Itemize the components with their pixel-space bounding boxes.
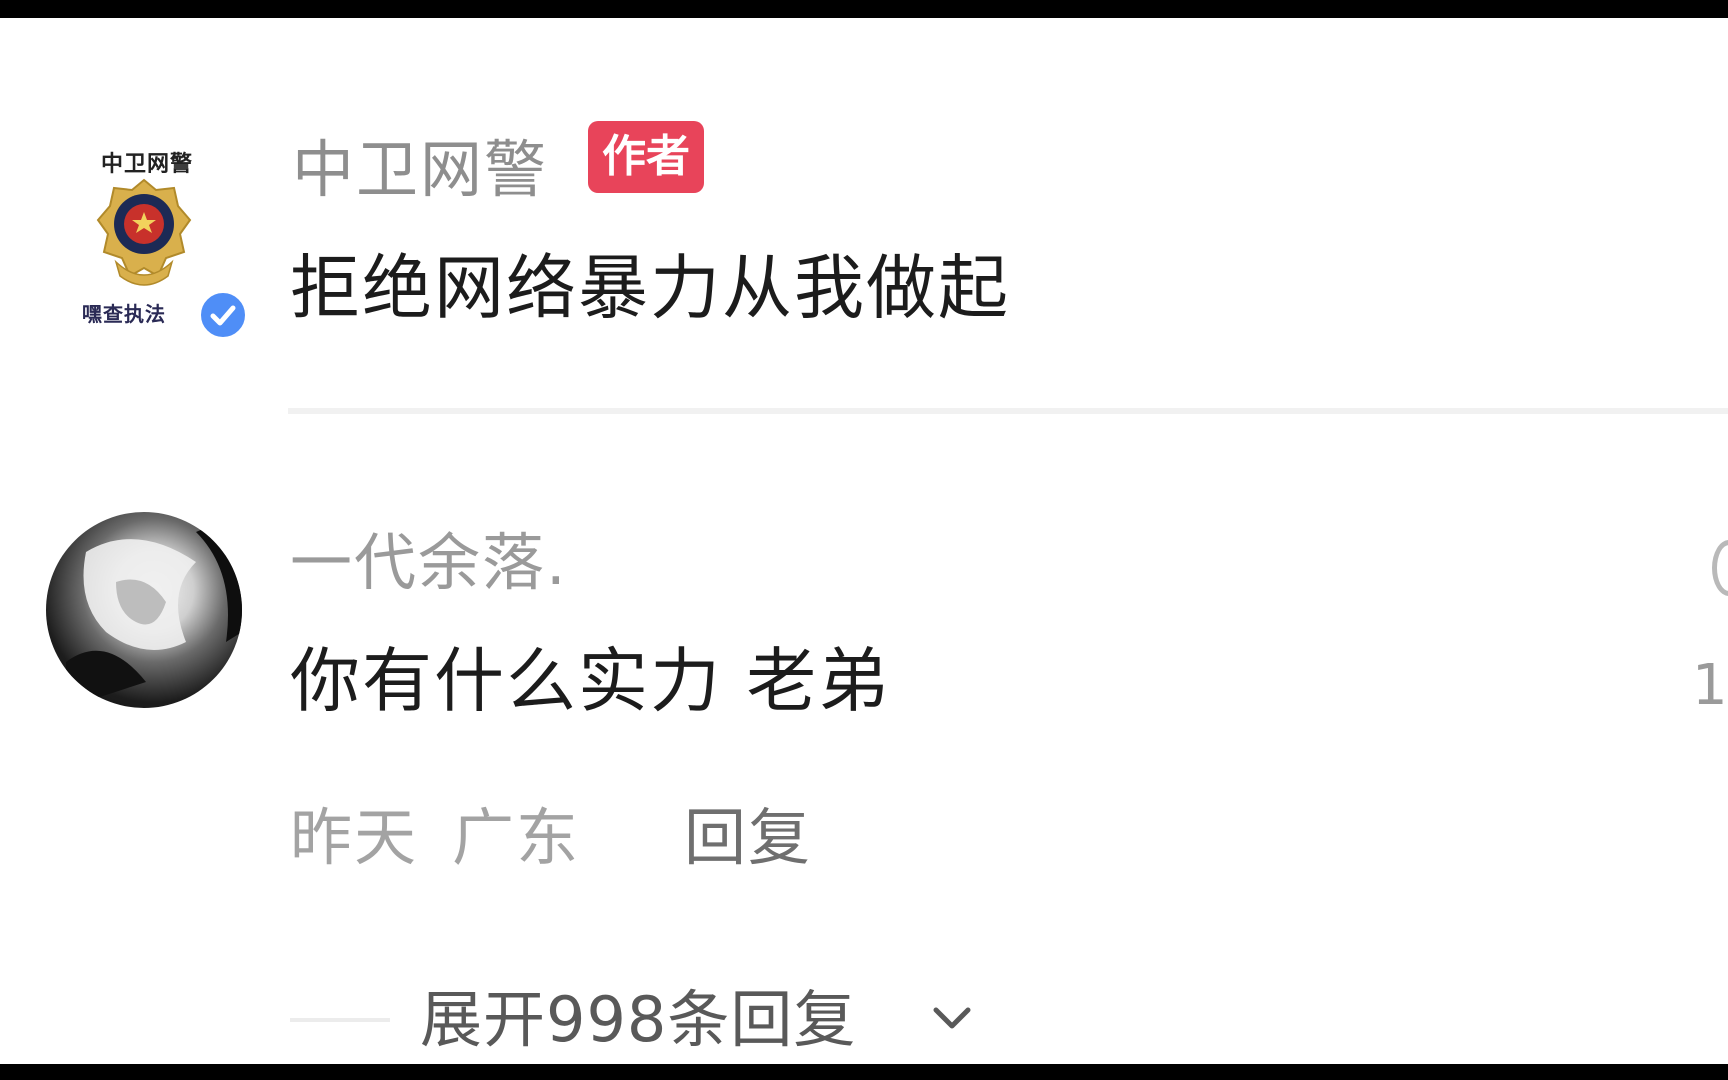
reply-comment-text: 你有什么实力 老弟 (290, 640, 891, 722)
author-tag-badge: 作者 (588, 121, 704, 193)
reply-username[interactable]: 一代余落. (290, 523, 568, 603)
reply-button[interactable]: 回复 (684, 798, 812, 878)
police-emblem-icon (96, 178, 192, 286)
author-comment-text: 拒绝网络暴力从我做起 (290, 247, 1010, 329)
comment-divider (288, 408, 1728, 414)
avatar-image (66, 512, 242, 708)
reply-location: 广东 (452, 801, 581, 874)
author-username[interactable]: 中卫网警 (292, 130, 548, 210)
expand-replies-button[interactable]: 展开998条回复 (420, 980, 856, 1060)
comment-screen: 中卫网警 嘿查执法 中卫网警 作者 拒绝网络暴力从我做起 一代余落. 你有什么实… (0, 18, 1728, 1064)
expand-divider-line (290, 1018, 390, 1022)
reply-time: 昨天 (290, 801, 419, 874)
like-count: 1 (1692, 653, 1728, 718)
author-avatar[interactable]: 中卫网警 嘿查执法 (80, 128, 249, 353)
user-avatar[interactable] (46, 512, 242, 708)
verified-check-icon (197, 289, 249, 341)
avatar-logo-text-top: 中卫网警 (100, 151, 193, 177)
like-icon[interactable] (1712, 540, 1728, 596)
chevron-down-icon[interactable] (930, 996, 974, 1040)
avatar-logo-text-bottom: 嘿查执法 (82, 302, 166, 326)
